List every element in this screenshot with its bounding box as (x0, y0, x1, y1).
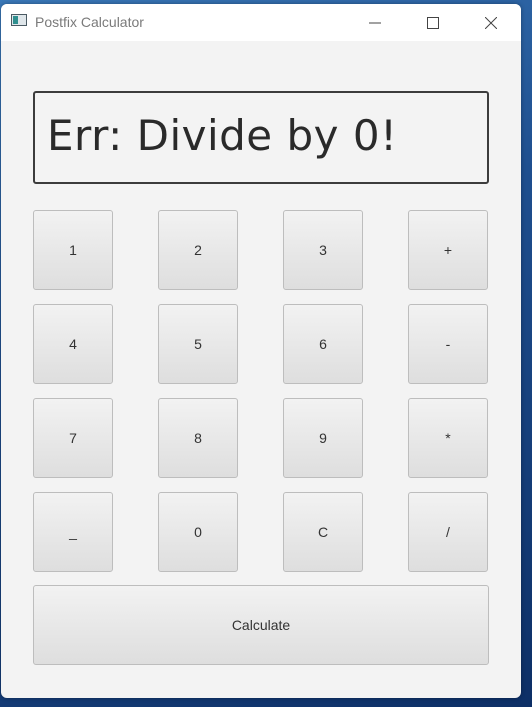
key-1-button[interactable]: 1 (33, 210, 113, 290)
key-0-button[interactable]: 0 (158, 492, 238, 572)
close-icon (485, 16, 497, 29)
key-2-button[interactable]: 2 (158, 210, 238, 290)
divide-button[interactable]: / (408, 492, 488, 572)
plus-button[interactable]: + (408, 210, 488, 290)
key-4-button[interactable]: 4 (33, 304, 113, 384)
minimize-button[interactable] (346, 4, 404, 41)
space-button[interactable]: _ (33, 492, 113, 572)
minus-button[interactable]: - (408, 304, 488, 384)
minimize-icon (369, 22, 381, 23)
key-9-button[interactable]: 9 (283, 398, 363, 478)
window-title: Postfix Calculator (35, 14, 144, 30)
close-button[interactable] (462, 4, 520, 41)
maximize-icon (427, 16, 439, 29)
key-7-button[interactable]: 7 (33, 398, 113, 478)
result-display: Err: Divide by 0! (33, 91, 489, 184)
display-text: Err: Divide by 0! (47, 111, 398, 160)
title-bar[interactable]: Postfix Calculator (1, 4, 521, 41)
multiply-button[interactable]: * (408, 398, 488, 478)
maximize-button[interactable] (404, 4, 462, 41)
app-icon (11, 14, 27, 26)
key-8-button[interactable]: 8 (158, 398, 238, 478)
clear-button[interactable]: C (283, 492, 363, 572)
key-5-button[interactable]: 5 (158, 304, 238, 384)
calculator-window: Postfix Calculator Err: Divide by 0! 1 2… (1, 4, 521, 698)
key-3-button[interactable]: 3 (283, 210, 363, 290)
key-6-button[interactable]: 6 (283, 304, 363, 384)
calculate-button[interactable]: Calculate (33, 585, 489, 665)
